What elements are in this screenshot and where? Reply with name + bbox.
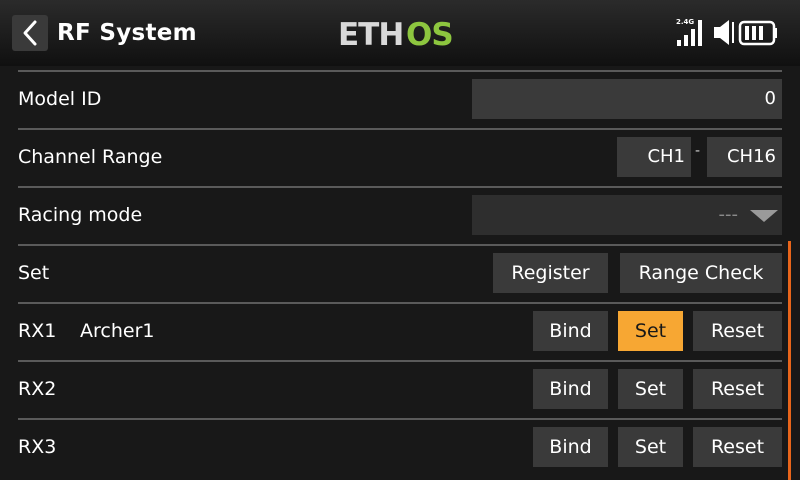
register-button[interactable]: Register — [493, 253, 608, 293]
rx2-label: RX2 — [18, 378, 57, 400]
speaker-icon — [714, 20, 734, 45]
racing-mode-label: Racing mode — [18, 204, 143, 226]
rf-band-label: 2.4G — [676, 18, 694, 26]
rx3-row: RX3 Bind Set Reset — [0, 420, 800, 478]
rx3-set-button[interactable]: Set — [618, 427, 683, 467]
top-bar: RF System ETH OS 2.4G — [0, 0, 800, 66]
model-id-row: Model ID 0 — [0, 72, 800, 130]
rx3-label: RX3 — [18, 436, 57, 458]
back-chevron-icon — [23, 20, 37, 46]
model-id-label: Model ID — [18, 88, 102, 110]
racing-mode-row: Racing mode --- — [0, 188, 800, 246]
channel-range-end-field[interactable]: CH16 — [707, 137, 782, 177]
page-title: RF System — [57, 20, 197, 46]
set-label: Set — [18, 262, 50, 284]
rx2-reset-button[interactable]: Reset — [693, 369, 782, 409]
scrollbar[interactable] — [788, 241, 791, 480]
rx1-label: RX1 — [18, 320, 57, 342]
rx1-receiver-name: Archer1 — [80, 320, 155, 342]
rx1-row: RX1 Archer1 Bind Set Reset — [0, 304, 800, 362]
rx1-bind-button[interactable]: Bind — [533, 311, 608, 351]
racing-mode-value: --- — [718, 204, 739, 225]
svg-text:ETH: ETH — [338, 17, 403, 51]
chevron-down-icon — [750, 210, 778, 222]
status-icons: 2.4G — [675, 14, 790, 50]
range-check-button[interactable]: Range Check — [620, 253, 782, 293]
channel-range-start-field[interactable]: CH1 — [617, 137, 691, 177]
svg-text:OS: OS — [406, 17, 453, 51]
model-id-field[interactable]: 0 — [472, 79, 782, 119]
channel-range-separator: - — [695, 143, 701, 159]
rx3-bind-button[interactable]: Bind — [533, 427, 608, 467]
rx2-row: RX2 Bind Set Reset — [0, 362, 800, 420]
channel-range-label: Channel Range — [18, 146, 163, 168]
battery-icon — [738, 20, 777, 46]
rx1-reset-button[interactable]: Reset — [693, 311, 782, 351]
rx2-bind-button[interactable]: Bind — [533, 369, 608, 409]
rf-settings-list: Model ID 0 Channel Range CH1 - CH16 Raci… — [0, 66, 800, 480]
rx1-set-button[interactable]: Set — [618, 311, 683, 351]
channel-range-row: Channel Range CH1 - CH16 — [0, 130, 800, 188]
rx2-set-button[interactable]: Set — [618, 369, 683, 409]
back-button[interactable] — [12, 15, 48, 51]
ethos-logo: ETH OS — [338, 17, 454, 51]
rx3-reset-button[interactable]: Reset — [693, 427, 782, 467]
racing-mode-select[interactable]: --- — [472, 195, 782, 235]
set-row: Set Register Range Check — [0, 246, 800, 304]
